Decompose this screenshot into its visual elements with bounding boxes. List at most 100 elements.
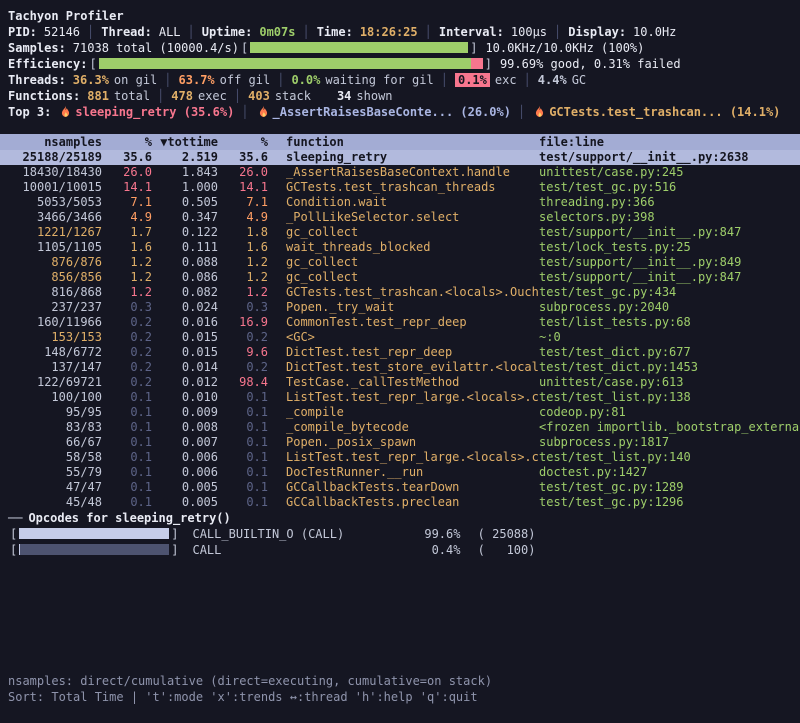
file-line-cell: subprocess.py:2040 — [539, 300, 800, 315]
header-direct-percent[interactable]: % — [102, 134, 152, 150]
footer-help-nsamples: nsamples: direct/cumulative (direct=exec… — [0, 673, 800, 689]
file-line-cell: test/test_gc.py:434 — [539, 285, 800, 300]
file-line-cell: codeop.py:81 — [539, 405, 800, 420]
cumulative-percent-cell: 16.9 — [218, 315, 268, 330]
header-cumulative-percent[interactable]: % — [218, 134, 268, 150]
cumulative-percent-cell: 1.2 — [218, 270, 268, 285]
direct-percent-cell: 0.1 — [102, 435, 152, 450]
tottime-cell: 0.111 — [152, 240, 218, 255]
direct-percent-cell: 1.2 — [102, 255, 152, 270]
cumulative-percent-cell: 1.8 — [218, 225, 268, 240]
cumulative-percent-cell: 1.2 — [218, 285, 268, 300]
opcode-percent: 99.6% — [385, 526, 460, 542]
status-line: PID:52146│Thread:ALL│Uptime:0m07s│Time:1… — [0, 24, 800, 40]
threads-line: Threads:36.3%on gil│63.7%off gil│0.0%wai… — [0, 72, 800, 88]
header-file-line[interactable]: file:line — [539, 134, 800, 150]
table-row[interactable]: 25188/2518935.62.51935.6sleeping_retryte… — [0, 150, 800, 165]
top-function: sleeping_retry (35.6%) — [75, 105, 234, 119]
function-cell: DocTestRunner.__run — [268, 465, 539, 480]
nsamples-cell: 816/868 — [8, 285, 102, 300]
profiler-screen: Tachyon Profiler PID:52146│Thread:ALL│Up… — [0, 0, 800, 723]
separator: │ — [518, 105, 525, 119]
table-row[interactable]: 3466/34664.90.3474.9_PollLikeSelector.se… — [0, 210, 800, 225]
bar-bracket: [ — [10, 527, 17, 541]
nsamples-cell: 95/95 — [8, 405, 102, 420]
tottime-cell: 0.010 — [152, 390, 218, 405]
bar-bracket: ] — [171, 527, 178, 541]
tottime-cell: 0.007 — [152, 435, 218, 450]
separator: │ — [241, 105, 248, 119]
header-tottime-sorted[interactable]: ▼tottime — [152, 134, 218, 150]
function-cell: DictTest.test_store_evilattr.<local... — [268, 360, 539, 375]
efficiency-bar-fail — [471, 58, 483, 69]
top3-line: Top 3:sleeping_retry (35.6%)│_AssertRais… — [0, 104, 800, 120]
nsamples-cell: 122/69721 — [8, 375, 102, 390]
table-row[interactable]: 66/670.10.0070.1Popen._posix_spawnsubpro… — [0, 435, 800, 450]
direct-percent-cell: 0.2 — [102, 375, 152, 390]
function-cell: ListTest.test_repr_large.<locals>.c... — [268, 390, 539, 405]
direct-percent-cell: 0.1 — [102, 495, 152, 510]
table-row[interactable]: 45/480.10.0050.1GCCallbackTests.preclean… — [0, 495, 800, 510]
cumulative-percent-cell: 9.6 — [218, 345, 268, 360]
samples-total: 71038 total (10000.4/s) — [73, 41, 239, 55]
exc-badge: 0.1% — [455, 73, 490, 87]
table-row[interactable]: 122/697210.20.01298.4TestCase._callTestM… — [0, 375, 800, 390]
table-row[interactable]: 5053/50537.10.5057.1Condition.waitthread… — [0, 195, 800, 210]
nsamples-cell: 83/83 — [8, 420, 102, 435]
direct-percent-cell: 35.6 — [102, 150, 152, 165]
table-row[interactable]: 1105/11051.60.1111.6wait_threads_blocked… — [0, 240, 800, 255]
table-row[interactable]: 100/1000.10.0100.1ListTest.test_repr_lar… — [0, 390, 800, 405]
function-cell: Popen._posix_spawn — [268, 435, 539, 450]
table-row[interactable]: 10001/1001514.11.00014.1GCTests.test_tra… — [0, 180, 800, 195]
opcode-row: []CALL_BUILTIN_O (CALL)99.6%( 25088) — [0, 526, 800, 542]
bar-bracket: [ — [241, 41, 248, 55]
table-row[interactable]: 137/1470.20.0140.2DictTest.test_store_ev… — [0, 360, 800, 375]
samples-bar — [250, 42, 468, 53]
table-row[interactable]: 1221/12671.70.1221.8gc_collecttest/suppo… — [0, 225, 800, 240]
efficiency-label: Efficiency: — [8, 57, 87, 71]
table-row[interactable]: 58/580.10.0060.1ListTest.test_repr_large… — [0, 450, 800, 465]
efficiency-summary: 99.69% good, 0.31% failed — [500, 57, 681, 71]
table-row[interactable]: 55/790.10.0060.1DocTestRunner.__rundocte… — [0, 465, 800, 480]
table-row[interactable]: 83/830.10.0080.1_compile_bytecode<frozen… — [0, 420, 800, 435]
top3-entries: sleeping_retry (35.6%)│_AssertRaisesBase… — [58, 105, 780, 119]
exc-label: exc — [495, 73, 517, 87]
function-cell: GCTests.test_trashcan.<locals>.Ouch... — [268, 285, 539, 300]
interval-label: Interval: — [439, 25, 504, 39]
table-row[interactable]: 237/2370.30.0240.3Popen._try_waitsubproc… — [0, 300, 800, 315]
footer: nsamples: direct/cumulative (direct=exec… — [0, 673, 800, 723]
display-value: 10.0Hz — [633, 25, 676, 39]
table-row[interactable]: 95/950.10.0090.1_compilecodeop.py:81 — [0, 405, 800, 420]
function-cell: Popen._try_wait — [268, 300, 539, 315]
nsamples-cell: 100/100 — [8, 390, 102, 405]
nsamples-cell: 876/876 — [8, 255, 102, 270]
table-row[interactable]: 876/8761.20.0881.2gc_collecttest/support… — [0, 255, 800, 270]
function-cell: gc_collect — [268, 255, 539, 270]
direct-percent-cell: 0.2 — [102, 315, 152, 330]
nsamples-cell: 47/47 — [8, 480, 102, 495]
direct-percent-cell: 0.2 — [102, 360, 152, 375]
functions-shown-value: 34 — [337, 89, 351, 103]
table-row[interactable]: 153/1530.20.0150.2<GC>~:0 — [0, 330, 800, 345]
opcode-bar-fill — [19, 544, 20, 555]
function-cell: gc_collect — [268, 225, 539, 240]
direct-percent-cell: 1.7 — [102, 225, 152, 240]
table-row[interactable]: 856/8561.20.0861.2gc_collecttest/support… — [0, 270, 800, 285]
direct-percent-cell: 0.1 — [102, 450, 152, 465]
function-cell: _compile — [268, 405, 539, 420]
efficiency-line: Efficiency:[]99.69% good, 0.31% failed — [0, 56, 800, 72]
tottime-cell: 0.005 — [152, 480, 218, 495]
table-row[interactable]: 18430/1843026.01.84326.0_AssertRaisesBas… — [0, 165, 800, 180]
table-row[interactable]: 816/8681.20.0821.2GCTests.test_trashcan.… — [0, 285, 800, 300]
table-row[interactable]: 148/67720.20.0159.6DictTest.test_repr_de… — [0, 345, 800, 360]
header-nsamples[interactable]: nsamples — [8, 134, 102, 150]
direct-percent-cell: 4.9 — [102, 210, 152, 225]
table-row[interactable]: 47/470.10.0050.1GCCallbackTests.tearDown… — [0, 480, 800, 495]
direct-percent-cell: 0.1 — [102, 480, 152, 495]
table-row[interactable]: 160/119660.20.01616.9CommonTest.test_rep… — [0, 315, 800, 330]
waiting-gil-label: waiting for gil — [325, 73, 433, 87]
direct-percent-cell: 0.1 — [102, 405, 152, 420]
header-function[interactable]: function — [268, 134, 539, 150]
function-cell: GCTests.test_trashcan_threads — [268, 180, 539, 195]
file-line-cell: ~:0 — [539, 330, 800, 345]
